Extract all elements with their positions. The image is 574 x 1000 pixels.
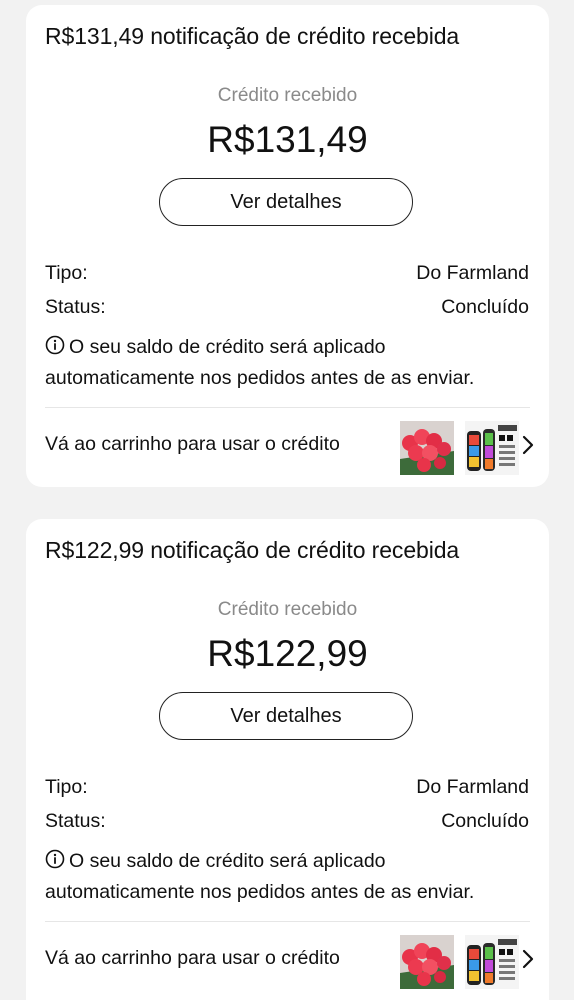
credit-amount: R$131,49 xyxy=(207,119,368,160)
note-line-1: O seu saldo de crédito será aplicado xyxy=(69,850,386,872)
go-to-cart-row[interactable]: Vá ao carrinho para usar o crédito xyxy=(45,415,537,477)
credit-notification-card-2: R$122,99 notificação de crédito recebida… xyxy=(26,519,549,1000)
go-to-cart-text: Vá ao carrinho para usar o crédito xyxy=(45,947,340,969)
credit-info-note: O seu saldo de crédito será aplicado aut… xyxy=(45,847,535,907)
status-row: Status: Concluído xyxy=(45,810,529,833)
status-label: Status: xyxy=(45,296,106,318)
credit-label: Crédito recebido xyxy=(217,599,358,620)
card-title: R$122,99 notificação de crédito recebida xyxy=(45,537,460,563)
view-details-button[interactable]: Ver detalhes xyxy=(159,178,413,226)
note-line-2: automaticamente nos pedidos antes de as … xyxy=(45,367,475,389)
type-label: Tipo: xyxy=(45,776,88,798)
go-to-cart-row[interactable]: Vá ao carrinho para usar o crédito xyxy=(45,929,537,991)
credit-info-note: O seu saldo de crédito será aplicado aut… xyxy=(45,333,535,393)
roses-product-thumbnail xyxy=(400,421,454,475)
status-value: Concluído xyxy=(441,810,529,832)
chevron-right-icon[interactable] xyxy=(521,435,535,460)
note-line-1: O seu saldo de crédito será aplicado xyxy=(69,336,386,358)
info-circle-icon xyxy=(45,335,65,364)
credit-amount: R$122,99 xyxy=(207,633,368,674)
go-to-cart-text: Vá ao carrinho para usar o crédito xyxy=(45,433,340,455)
hair-clipper-product-thumbnail xyxy=(465,421,519,475)
type-value: Do Farmland xyxy=(416,776,529,798)
type-row: Tipo: Do Farmland xyxy=(45,776,529,799)
type-label: Tipo: xyxy=(45,262,88,284)
divider xyxy=(45,407,530,408)
info-circle-icon xyxy=(45,849,65,878)
credit-label: Crédito recebido xyxy=(217,85,358,106)
divider xyxy=(45,921,530,922)
chevron-right-icon[interactable] xyxy=(521,949,535,974)
note-line-2: automaticamente nos pedidos antes de as … xyxy=(45,881,475,903)
view-details-button[interactable]: Ver detalhes xyxy=(159,692,413,740)
status-label: Status: xyxy=(45,810,106,832)
status-value: Concluído xyxy=(441,296,529,318)
hair-clipper-product-thumbnail xyxy=(465,935,519,989)
status-row: Status: Concluído xyxy=(45,296,529,319)
roses-product-thumbnail xyxy=(400,935,454,989)
card-title: R$131,49 notificação de crédito recebida xyxy=(45,23,460,49)
type-value: Do Farmland xyxy=(416,262,529,284)
credit-notification-card-1: R$131,49 notificação de crédito recebida… xyxy=(26,5,549,487)
type-row: Tipo: Do Farmland xyxy=(45,262,529,285)
